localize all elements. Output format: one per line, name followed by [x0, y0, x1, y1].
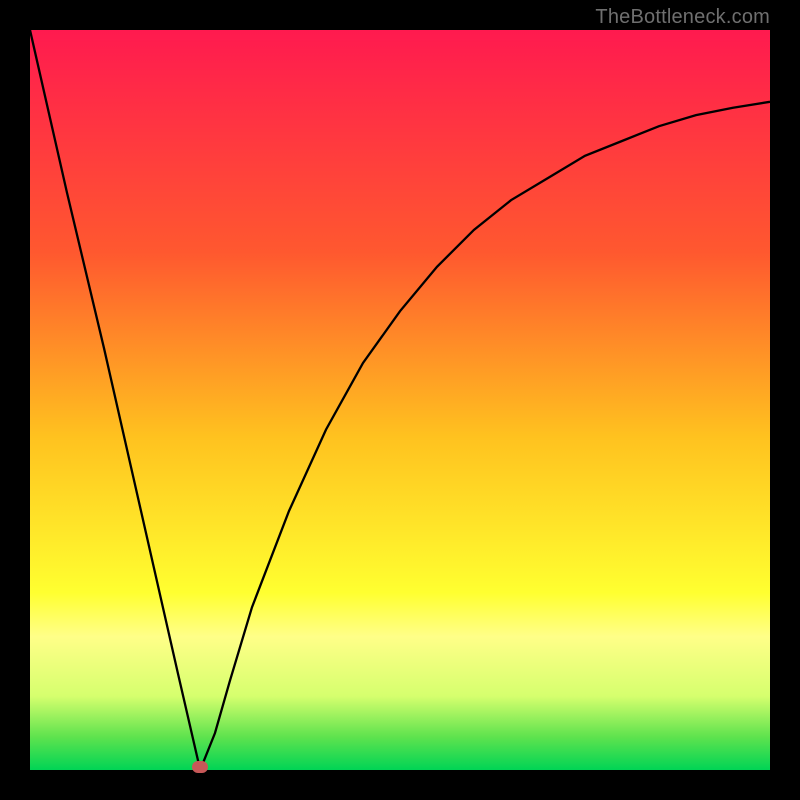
watermark-text: TheBottleneck.com [595, 6, 770, 29]
plot-area [30, 30, 770, 770]
bottleneck-curve [30, 30, 770, 770]
curve-layer [30, 30, 770, 770]
chart-stage: TheBottleneck.com [0, 0, 800, 800]
minimum-marker [192, 761, 208, 773]
